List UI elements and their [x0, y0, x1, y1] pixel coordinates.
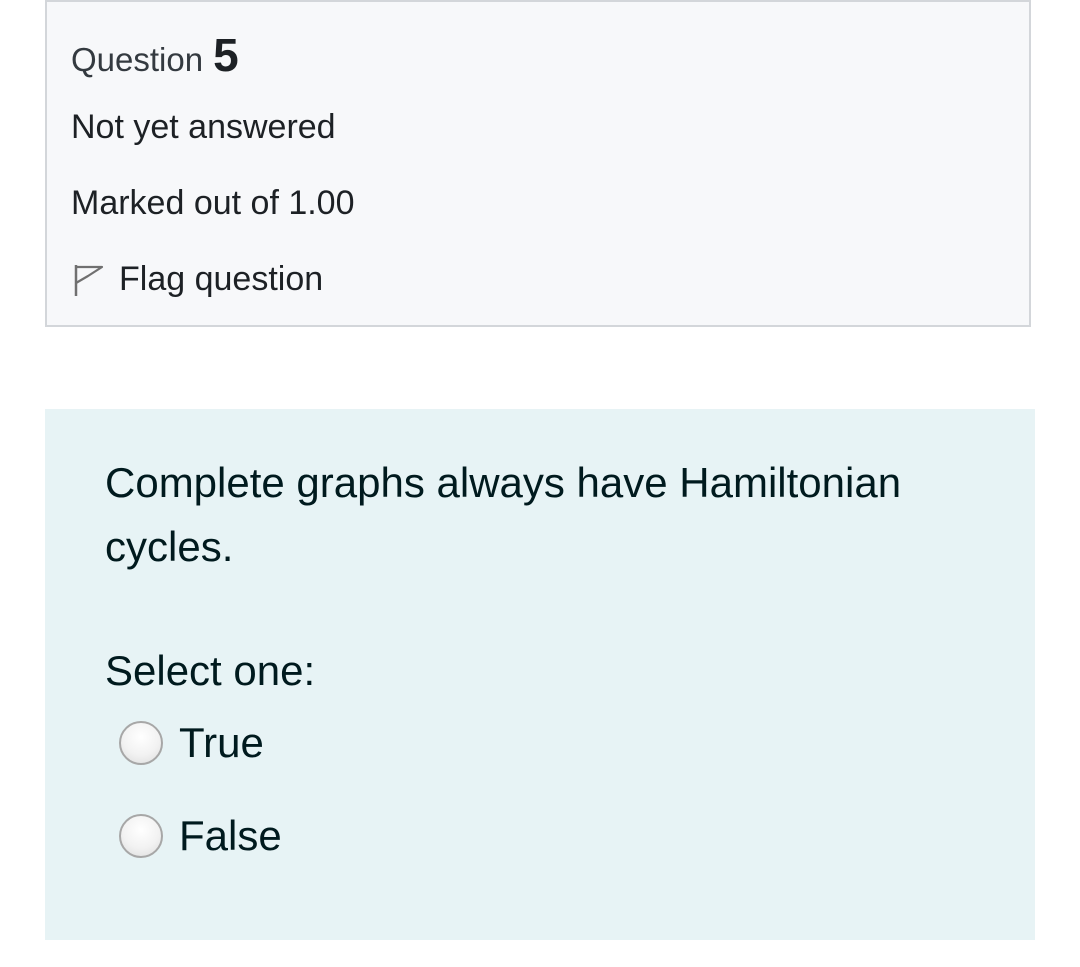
flag-question-label: Flag question [119, 260, 324, 298]
question-number: 5 [213, 29, 239, 81]
select-one-prompt: Select one: [105, 647, 316, 694]
question-text: Complete graphs always have Hamiltonian … [105, 459, 902, 570]
flag-question-link[interactable]: Flag question [71, 260, 323, 299]
question-heading: Question 5 [71, 28, 239, 82]
question-state: Not yet answered [71, 108, 336, 146]
true-radio-button[interactable] [119, 721, 163, 765]
question-grade: Marked out of 1.00 [71, 184, 355, 222]
flag-outline-icon [71, 262, 105, 298]
question-label: Question [71, 41, 204, 78]
answer-option-false[interactable]: False [119, 812, 282, 860]
question-info-panel: Question 5 Not yet answered Marked out o… [45, 0, 1031, 327]
false-radio-button[interactable] [119, 814, 163, 858]
question-content-panel: Complete graphs always have Hamiltonian … [45, 409, 1035, 940]
false-option-label[interactable]: False [179, 812, 282, 860]
answer-option-true[interactable]: True [119, 719, 264, 767]
true-option-label[interactable]: True [179, 719, 264, 767]
